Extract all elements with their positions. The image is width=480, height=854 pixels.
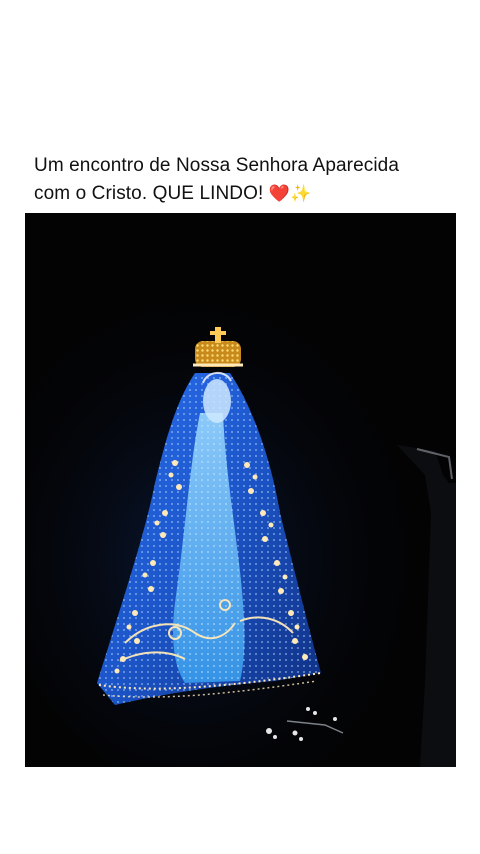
post-screen: Um encontro de Nossa Senhora Aparecida c…	[0, 0, 480, 854]
illuminated-statue-image	[25, 213, 456, 767]
caption-line-2-text: com o Cristo. QUE LINDO!	[34, 183, 269, 204]
caption-line-2: com o Cristo. QUE LINDO! ❤️✨	[34, 180, 464, 208]
sparkles-icon: ✨	[290, 184, 312, 204]
red-heart-icon: ❤️	[268, 184, 291, 204]
caption-line-1: Um encontro de Nossa Senhora Aparecida	[34, 155, 400, 176]
post-caption: Um encontro de Nossa Senhora Aparecida c…	[34, 152, 464, 208]
post-photo[interactable]	[25, 213, 456, 767]
